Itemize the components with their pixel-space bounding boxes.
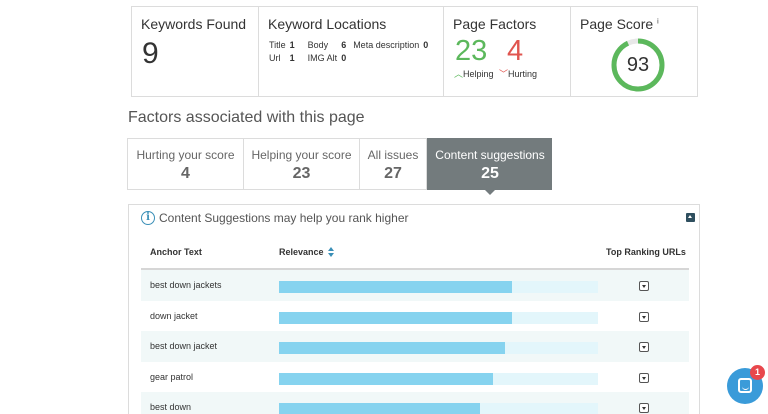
table-row: down jacket bbox=[141, 301, 689, 332]
page-score-title: Page Score bbox=[580, 16, 654, 32]
info-text: Content Suggestions may help you rank hi… bbox=[159, 211, 409, 225]
tab-content-suggestions[interactable]: Content suggestions 25 bbox=[427, 138, 552, 195]
column-header-relevance[interactable]: Relevance bbox=[279, 247, 335, 257]
tab-hurting[interactable]: Hurting your score 4 bbox=[127, 138, 243, 190]
relevance-bar-fill bbox=[279, 281, 512, 293]
tab-label: Hurting your score bbox=[136, 148, 235, 162]
page-factors-title: Page Factors bbox=[453, 16, 537, 32]
keyword-locations-grid: Title 1 Body 6 Meta description 0 Url 1 … bbox=[269, 40, 428, 63]
expand-urls-button[interactable] bbox=[639, 403, 649, 413]
chevron-up-icon: ︿ bbox=[454, 69, 464, 79]
location-label: IMG Alt bbox=[307, 53, 338, 63]
expand-urls-button[interactable] bbox=[639, 281, 649, 291]
keywords-found-card: Keywords Found 9 bbox=[132, 7, 259, 96]
helping-label-wrap: ︿Helping bbox=[454, 67, 494, 80]
anchor-text: best down jacket bbox=[150, 341, 218, 351]
hurting-label: Hurting bbox=[508, 69, 538, 79]
keywords-found-value: 9 bbox=[142, 37, 159, 70]
tab-count: 4 bbox=[181, 165, 190, 182]
page-score-value: 93 bbox=[626, 54, 650, 76]
relevance-bar bbox=[279, 342, 598, 354]
expand-urls-button[interactable] bbox=[639, 372, 649, 383]
collapse-panel-button[interactable] bbox=[686, 213, 695, 222]
location-count: 6 bbox=[341, 40, 347, 50]
table-row: gear patrol bbox=[141, 362, 689, 393]
info-icon: i bbox=[141, 211, 155, 225]
location-count: 1 bbox=[289, 40, 295, 50]
table-row: best down jackets bbox=[141, 270, 689, 301]
tab-count: 25 bbox=[481, 165, 499, 182]
location-label: Title bbox=[269, 40, 286, 50]
section-title: Factors associated with this page bbox=[128, 109, 365, 126]
column-header-anchor: Anchor Text bbox=[150, 247, 202, 257]
tab-all-issues[interactable]: All issues 27 bbox=[359, 138, 427, 190]
chat-notification-badge: 1 bbox=[750, 365, 765, 380]
relevance-bar-fill bbox=[279, 372, 493, 385]
tab-helping[interactable]: Helping your score 23 bbox=[243, 138, 359, 190]
relevance-bar bbox=[279, 372, 598, 385]
helping-count: 23 bbox=[455, 35, 488, 67]
relevance-bar bbox=[279, 281, 598, 293]
location-count: 1 bbox=[289, 53, 295, 63]
stats-panel: Keywords Found 9 Keyword Locations Title… bbox=[131, 6, 698, 97]
page-score-card: Page Score i 93 bbox=[571, 7, 697, 96]
chevron-down-icon: ﹀ bbox=[499, 69, 509, 79]
relevance-header-label: Relevance bbox=[279, 247, 324, 257]
tab-count: 27 bbox=[384, 165, 402, 182]
hurting-count: 4 bbox=[507, 35, 524, 67]
relevance-bar bbox=[279, 403, 598, 414]
relevance-bar-fill bbox=[279, 342, 506, 354]
helping-label: Helping bbox=[463, 69, 494, 79]
anchor-text: down jacket bbox=[150, 310, 198, 321]
page-score-title-wrap: Page Score i bbox=[580, 16, 659, 32]
sort-icon[interactable] bbox=[327, 247, 335, 257]
keyword-locations-card: Keyword Locations Title 1 Body 6 Meta de… bbox=[259, 7, 444, 96]
table-row: best down bbox=[141, 392, 689, 414]
keywords-found-title: Keywords Found bbox=[141, 16, 247, 32]
location-label: Meta description bbox=[353, 40, 420, 50]
anchor-text: best down bbox=[150, 402, 192, 412]
location-count: 0 bbox=[341, 53, 347, 63]
expand-urls-button[interactable] bbox=[639, 311, 649, 322]
location-label: Body bbox=[307, 40, 329, 50]
hurting-label-wrap: ﹀Hurting bbox=[499, 67, 537, 80]
expand-urls-button[interactable] bbox=[639, 342, 649, 352]
page-factors-card: Page Factors 23 4 ︿Helping ﹀Hurting bbox=[444, 7, 571, 96]
tab-label: All issues bbox=[367, 148, 419, 162]
relevance-bar bbox=[279, 311, 598, 324]
relevance-bar-fill bbox=[279, 311, 512, 324]
anchor-text: gear patrol bbox=[150, 371, 194, 382]
location-label: Url bbox=[269, 53, 281, 63]
info-mark-icon[interactable]: i bbox=[657, 18, 659, 25]
factor-tabs: Hurting your score 4 Helping your score … bbox=[127, 138, 552, 195]
keyword-locations-title: Keyword Locations bbox=[268, 16, 387, 32]
suggestions-table-body: best down jackets down jacket best down … bbox=[141, 270, 689, 414]
content-suggestions-panel: i Content Suggestions may help you rank … bbox=[128, 204, 700, 414]
anchor-text: best down jackets bbox=[150, 280, 222, 290]
column-header-urls: Top Ranking URLs bbox=[606, 247, 686, 257]
chat-icon bbox=[738, 378, 752, 393]
tab-label: Helping your score bbox=[251, 148, 352, 162]
location-count: 0 bbox=[423, 40, 429, 50]
tab-count: 23 bbox=[292, 165, 311, 182]
table-row: best down jacket bbox=[141, 331, 689, 362]
tab-label: Content suggestions bbox=[435, 148, 545, 162]
relevance-bar-fill bbox=[279, 403, 480, 414]
